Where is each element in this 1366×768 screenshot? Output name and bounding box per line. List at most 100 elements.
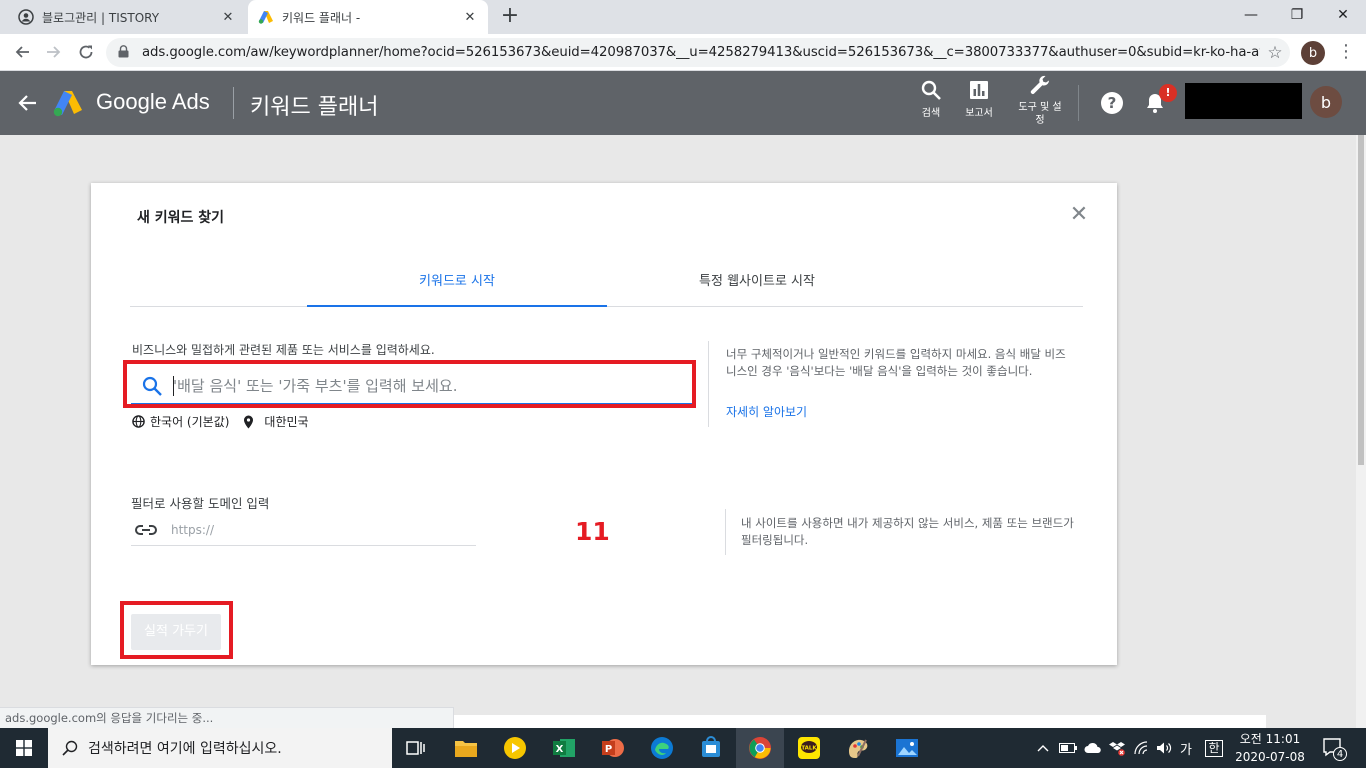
new-tab-button[interactable]: + xyxy=(498,5,522,29)
ime-mode-indicator[interactable]: 한 xyxy=(1204,728,1224,768)
redacted-account-info xyxy=(1185,83,1302,119)
browser-profile-avatar[interactable]: b xyxy=(1301,41,1325,65)
system-clock[interactable]: 오전 11:01 2020-07-08 xyxy=(1230,730,1310,766)
highlight-box-button xyxy=(120,601,233,659)
kakaotalk-icon[interactable]: TALK xyxy=(785,728,833,768)
bookmark-star-icon[interactable]: ☆ xyxy=(1260,43,1290,63)
browser-status-bar: ads.google.com의 응답을 기다리는 중... xyxy=(0,707,454,728)
excel-icon[interactable]: X xyxy=(540,728,588,768)
learn-more-link[interactable]: 자세히 알아보기 xyxy=(726,403,807,420)
lock-icon xyxy=(118,44,132,61)
tab-close-icon[interactable]: ✕ xyxy=(220,9,236,25)
svg-text:X: X xyxy=(556,744,564,755)
section-divider xyxy=(725,509,726,555)
wrench-icon xyxy=(1030,75,1049,94)
svg-text:?: ? xyxy=(1108,94,1117,112)
google-ads-header: Google Ads 키워드 플래너 검색 보고서 도구 및 설정 ? ! b xyxy=(0,71,1366,135)
file-explorer-icon[interactable] xyxy=(442,728,490,768)
browser-menu-icon[interactable]: ⋮ xyxy=(1336,40,1356,64)
section-divider xyxy=(708,341,709,427)
tab-title: 키워드 플래너 - xyxy=(282,10,361,25)
taskbar-search-box[interactable]: 검색하려면 여기에 입력하십시오. xyxy=(48,728,392,768)
tab-start-with-website[interactable]: 특정 웹사이트로 시작 xyxy=(607,271,907,307)
clock-time: 오전 11:01 xyxy=(1239,732,1301,746)
search-tool-button[interactable]: 검색 xyxy=(905,79,957,119)
scrollbar-thumb[interactable] xyxy=(1358,135,1364,465)
tool-label: 도구 및 설정 xyxy=(1018,102,1062,126)
paint-icon[interactable] xyxy=(834,728,882,768)
address-bar[interactable]: ads.google.com/aw/keywordplanner/home?oc… xyxy=(106,38,1290,67)
show-hidden-icons-chevron-icon[interactable] xyxy=(1034,728,1052,768)
search-icon xyxy=(921,80,941,100)
cloud-icon[interactable] xyxy=(1082,728,1104,768)
help-icon[interactable]: ? xyxy=(1100,91,1124,115)
location-setting[interactable]: 대한민국 xyxy=(264,413,308,430)
search-icon xyxy=(62,740,78,756)
highlight-box-search xyxy=(123,360,696,408)
edge-icon[interactable] xyxy=(638,728,686,768)
clock-date: 2020-07-08 xyxy=(1235,750,1305,764)
photos-icon[interactable] xyxy=(883,728,931,768)
reload-icon[interactable] xyxy=(74,40,98,64)
keyword-prompt-label: 비즈니스와 밀접하게 관련된 제품 또는 서비스를 입력하세요. xyxy=(132,343,435,357)
wifi-icon[interactable] xyxy=(1130,728,1152,768)
back-arrow-icon[interactable] xyxy=(10,40,34,64)
page-bottom-panel xyxy=(454,715,1266,728)
task-view-icon[interactable] xyxy=(392,728,440,768)
domain-filter-label: 필터로 사용할 도메인 입력 xyxy=(131,496,270,511)
domain-help-text: 내 사이트를 사용하면 내가 제공하지 않는 서비스, 제품 또는 브랜드가 필… xyxy=(741,516,1074,547)
header-separator xyxy=(1078,85,1079,121)
powerpoint-icon[interactable]: P xyxy=(589,728,637,768)
restore-button[interactable]: ❐ xyxy=(1274,0,1320,30)
tab-close-icon[interactable]: ✕ xyxy=(462,9,478,25)
avatar[interactable]: b xyxy=(1310,86,1342,118)
tab-start-with-keywords[interactable]: 키워드로 시작 xyxy=(307,271,607,307)
new-keyword-dialog: 새 키워드 찾기 ✕ 키워드로 시작 특정 웹사이트로 시작 비즈니스와 밀접하… xyxy=(91,183,1117,665)
browser-tab-keyword-planner[interactable]: 키워드 플래너 - ✕ xyxy=(248,0,488,34)
battery-icon[interactable] xyxy=(1058,728,1078,768)
window-close-button[interactable]: ✕ xyxy=(1320,0,1366,30)
notification-badge: ! xyxy=(1159,84,1177,102)
dialog-tabs: 키워드로 시작 특정 웹사이트로 시작 xyxy=(130,271,1083,307)
notification-count-badge: 4 xyxy=(1333,747,1347,761)
browser-tab-tistory[interactable]: 블로그관리 | TISTORY ✕ xyxy=(8,0,246,34)
forward-arrow-icon[interactable] xyxy=(42,40,66,64)
taskbar-search-placeholder: 검색하려면 여기에 입력하십시오. xyxy=(88,741,282,757)
tool-label: 보고서 xyxy=(965,108,993,119)
dropbox-sync-icon[interactable] xyxy=(1106,728,1128,768)
dialog-title: 새 키워드 찾기 xyxy=(137,210,225,226)
link-icon xyxy=(135,525,157,535)
header-divider xyxy=(233,87,234,119)
reports-tool-button[interactable]: 보고서 xyxy=(953,79,1005,119)
account-circle-icon xyxy=(18,9,34,25)
volume-icon[interactable] xyxy=(1154,728,1174,768)
page-scrollbar[interactable] xyxy=(1356,135,1366,728)
bar-chart-icon xyxy=(970,81,988,99)
google-ads-icon xyxy=(258,9,274,25)
page-title: 키워드 플래너 xyxy=(250,95,379,120)
windows-start-icon[interactable] xyxy=(0,728,48,768)
media-player-icon[interactable] xyxy=(491,728,539,768)
chrome-icon[interactable] xyxy=(736,728,784,768)
language-setting[interactable]: 한국어 (기본값) xyxy=(150,413,229,430)
store-icon[interactable] xyxy=(687,728,735,768)
domain-input[interactable] xyxy=(171,519,461,541)
tool-label: 검색 xyxy=(921,108,941,119)
close-icon[interactable]: ✕ xyxy=(1069,204,1089,226)
keyword-help-text: 너무 구체적이거나 일반적인 키워드를 입력하지 마세요. 음식 배달 비즈니스… xyxy=(726,347,1066,378)
minimize-button[interactable]: — xyxy=(1228,0,1274,30)
tab-title: 블로그관리 | TISTORY xyxy=(42,10,160,25)
locale-settings: 한국어 (기본값) 대한민국 xyxy=(132,413,309,430)
domain-filter-field[interactable] xyxy=(131,515,476,546)
tools-settings-button[interactable]: 도구 및 설정 xyxy=(1012,74,1068,127)
location-pin-icon xyxy=(244,415,254,428)
browser-toolbar: ads.google.com/aw/keywordplanner/home?oc… xyxy=(0,34,1366,71)
windows-taskbar: 검색하려면 여기에 입력하십시오. X P TALK 가 한 오전 11:01 … xyxy=(0,728,1366,768)
google-ads-logo xyxy=(53,88,83,118)
svg-text:TALK: TALK xyxy=(801,746,817,752)
annotation-step-number: 11 xyxy=(575,517,610,546)
ime-language-indicator[interactable]: 가 xyxy=(1177,728,1195,768)
browser-tab-strip: 블로그관리 | TISTORY ✕ 키워드 플래너 - ✕ + — ❐ ✕ xyxy=(0,0,1366,34)
back-arrow-icon[interactable] xyxy=(16,91,40,115)
brand-name: Google Ads xyxy=(96,89,210,114)
